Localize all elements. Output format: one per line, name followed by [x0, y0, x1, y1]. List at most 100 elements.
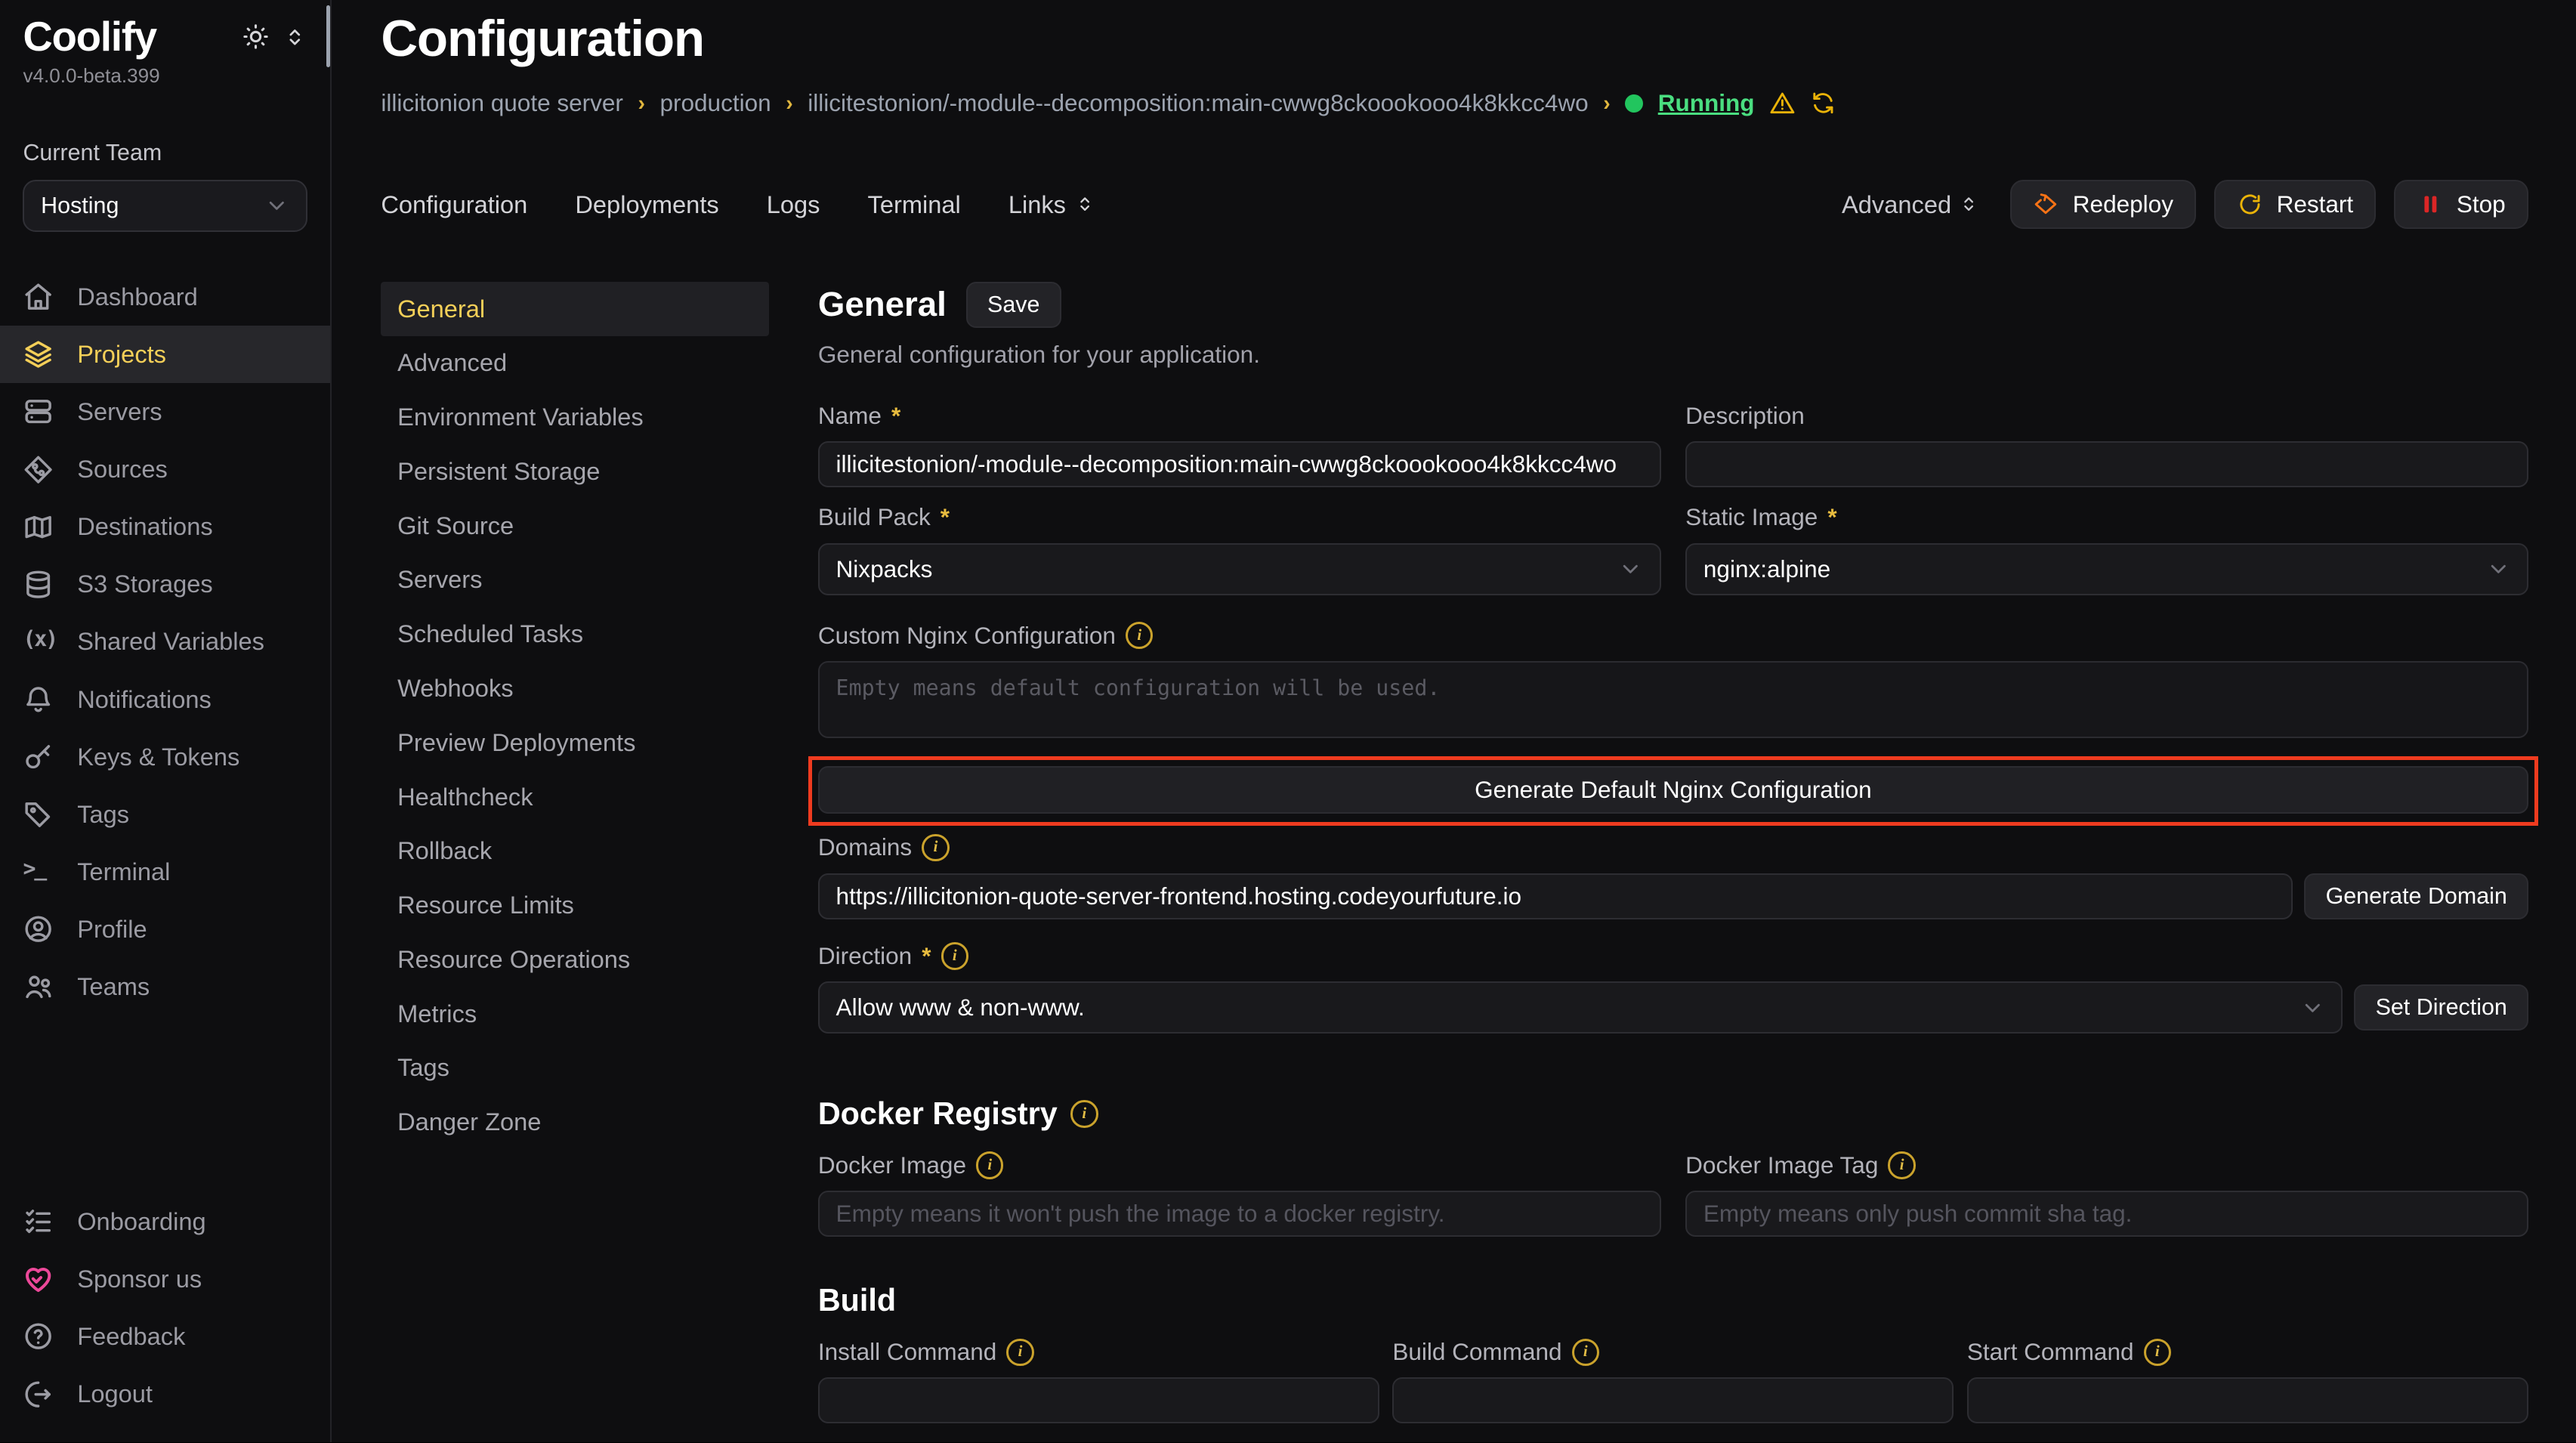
sidebar-item-keys-tokens[interactable]: Keys & Tokens: [0, 728, 330, 786]
page-title: Configuration: [381, 10, 2528, 68]
info-icon[interactable]: i: [941, 942, 968, 969]
framework-docs-link[interactable]: Framework Specific Docs: [1415, 1441, 1666, 1442]
breadcrumb-application[interactable]: illicitestonion/-module--decomposition:m…: [808, 89, 1589, 117]
set-direction-button[interactable]: Set Direction: [2354, 984, 2528, 1030]
subnav-git-source[interactable]: Git Source: [381, 499, 768, 553]
sidebar-item-label: Logout: [77, 1380, 153, 1408]
redeploy-button[interactable]: Redeploy: [2010, 180, 2196, 229]
restart-button[interactable]: Restart: [2214, 180, 2376, 229]
chevron-down-icon: [2300, 996, 2325, 1021]
tab-links[interactable]: Links: [1008, 190, 1095, 219]
sidebar-item-dashboard[interactable]: Dashboard: [0, 268, 330, 326]
sidebar-item-label: Shared Variables: [77, 627, 264, 656]
team-select-value: Hosting: [41, 193, 119, 219]
sidebar-item-sponsor-us[interactable]: Sponsor us: [0, 1250, 330, 1308]
subnav-tags[interactable]: Tags: [381, 1040, 768, 1095]
breadcrumb-project[interactable]: illicitonion quote server: [381, 89, 623, 117]
subnav-persistent-storage[interactable]: Persistent Storage: [381, 444, 768, 499]
build-command-input[interactable]: [1392, 1377, 1954, 1423]
sidebar-item-servers[interactable]: Servers: [0, 383, 330, 440]
tab-deployments[interactable]: Deployments: [575, 190, 718, 219]
sidebar-item-notifications[interactable]: Notifications: [0, 671, 330, 728]
tab-logs[interactable]: Logs: [767, 190, 820, 219]
sidebar-item-onboarding[interactable]: Onboarding: [0, 1193, 330, 1250]
direction-select[interactable]: Allow www & non-www.: [818, 981, 2343, 1034]
sidebar-item-profile[interactable]: Profile: [0, 901, 330, 958]
install-command-input[interactable]: [818, 1377, 1379, 1423]
description-input[interactable]: [1685, 441, 2528, 487]
subnav-servers[interactable]: Servers: [381, 553, 768, 607]
generate-domain-button[interactable]: Generate Domain: [2304, 873, 2528, 919]
subnav-resource-operations[interactable]: Resource Operations: [381, 932, 768, 987]
build-pack-label: Build Pack*: [818, 503, 1661, 531]
name-label: Name*: [818, 402, 1661, 430]
status-running-link[interactable]: Running: [1658, 89, 1755, 117]
chevrons-up-down-icon: [1074, 193, 1095, 215]
sidebar-item-sources[interactable]: Sources: [0, 440, 330, 498]
tab-configuration[interactable]: Configuration: [381, 190, 527, 219]
team-select[interactable]: Hosting: [23, 180, 307, 232]
info-icon[interactable]: i: [976, 1151, 1003, 1179]
subnav-resource-limits[interactable]: Resource Limits: [381, 878, 768, 932]
subnav-metrics[interactable]: Metrics: [381, 987, 768, 1041]
tabs-bar: Configuration Deployments Logs Terminal …: [381, 180, 2528, 229]
subnav-environment-variables[interactable]: Environment Variables: [381, 390, 768, 444]
breadcrumb-environment[interactable]: production: [659, 89, 771, 117]
subnav-danger-zone[interactable]: Danger Zone: [381, 1095, 768, 1149]
info-icon[interactable]: i: [1126, 622, 1153, 649]
refresh-icon[interactable]: [1810, 90, 1836, 116]
build-pack-select[interactable]: Nixpacks: [818, 543, 1661, 595]
warning-triangle-icon: [1769, 90, 1796, 116]
theme-sun-icon[interactable]: [242, 23, 270, 51]
custom-nginx-textarea[interactable]: [818, 661, 2528, 738]
nixpacks-note: Nixpacks will detect the required config…: [818, 1441, 2528, 1442]
theme-switcher-chevrons-icon[interactable]: [283, 25, 307, 50]
sidebar-item-destinations[interactable]: Destinations: [0, 498, 330, 555]
chevron-down-icon: [2486, 557, 2511, 582]
save-button[interactable]: Save: [966, 282, 1061, 328]
redeploy-icon: [2034, 191, 2060, 218]
info-icon[interactable]: i: [2144, 1339, 2171, 1366]
info-icon[interactable]: i: [922, 834, 949, 861]
subnav-general[interactable]: General: [381, 282, 768, 336]
sidebar-item-projects[interactable]: Projects: [0, 326, 330, 383]
name-input[interactable]: [818, 441, 1661, 487]
sidebar-item-tags[interactable]: Tags: [0, 786, 330, 843]
subnav-preview-deployments[interactable]: Preview Deployments: [381, 715, 768, 770]
info-icon[interactable]: i: [1572, 1339, 1599, 1366]
start-command-input[interactable]: [1967, 1377, 2528, 1423]
subnav-healthcheck[interactable]: Healthcheck: [381, 770, 768, 824]
sidebar-item-label: Teams: [77, 972, 150, 1001]
sidebar-item-label: Feedback: [77, 1322, 185, 1351]
docker-image-input[interactable]: [818, 1191, 1661, 1237]
sidebar-item-feedback[interactable]: Feedback: [0, 1308, 330, 1365]
sidebar-footer: Onboarding Sponsor us Feedback Logout: [0, 1193, 330, 1423]
breadcrumb-separator: ›: [1603, 91, 1610, 116]
subnav-rollback[interactable]: Rollback: [381, 823, 768, 878]
docker-image-tag-input[interactable]: [1685, 1191, 2528, 1237]
current-team-label: Current Team: [23, 140, 307, 166]
static-image-select[interactable]: nginx:alpine: [1685, 543, 2528, 595]
stop-pause-icon: [2417, 191, 2444, 218]
domains-input[interactable]: [818, 873, 2293, 919]
sidebar-item-label: S3 Storages: [77, 570, 212, 598]
advanced-dropdown[interactable]: Advanced: [1842, 190, 1979, 219]
sidebar-scrollbar-thumb[interactable]: [326, 5, 330, 68]
info-icon[interactable]: i: [1070, 1100, 1098, 1127]
direction-label: Direction*i: [818, 942, 2528, 970]
build-command-label: Build Commandi: [1392, 1338, 1954, 1366]
info-icon[interactable]: i: [1888, 1151, 1915, 1179]
sidebar-item-logout[interactable]: Logout: [0, 1365, 330, 1423]
subnav-advanced[interactable]: Advanced: [381, 336, 768, 391]
subnav-scheduled-tasks[interactable]: Scheduled Tasks: [381, 607, 768, 661]
sidebar-item-teams[interactable]: Teams: [0, 958, 330, 1015]
sidebar-item-terminal[interactable]: >_ Terminal: [0, 843, 330, 901]
sidebar-item-s3-storages[interactable]: S3 Storages: [0, 555, 330, 613]
subnav-webhooks[interactable]: Webhooks: [381, 661, 768, 715]
stop-button[interactable]: Stop: [2394, 180, 2528, 229]
info-icon[interactable]: i: [1006, 1339, 1033, 1366]
key-icon: [23, 741, 54, 772]
tab-terminal[interactable]: Terminal: [868, 190, 961, 219]
generate-default-nginx-button[interactable]: Generate Default Nginx Configuration: [818, 766, 2528, 814]
sidebar-item-shared-variables[interactable]: (x) Shared Variables: [0, 613, 330, 670]
